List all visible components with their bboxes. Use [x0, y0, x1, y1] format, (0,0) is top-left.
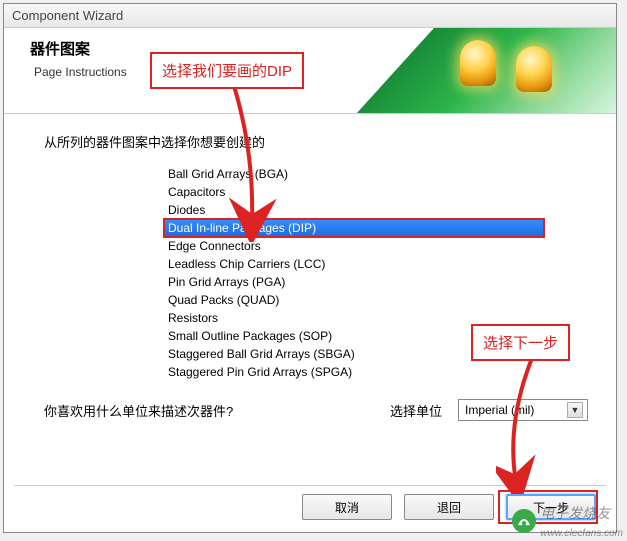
list-item[interactable]: Leadless Chip Carriers (LCC)	[164, 255, 544, 273]
window-title: Component Wizard	[12, 8, 123, 23]
list-item[interactable]: Ball Grid Arrays (BGA)	[164, 165, 544, 183]
separator	[14, 485, 606, 486]
annotation-callout-dip: 选择我们要画的DIP	[150, 52, 304, 89]
page-subtitle: Page Instructions	[34, 65, 127, 79]
wizard-header: 器件图案 Page Instructions	[4, 28, 616, 114]
cancel-button-label: 取消	[335, 499, 359, 516]
chevron-down-icon[interactable]: ▼	[567, 402, 583, 418]
list-item[interactable]: Dual In-line Packages (DIP)	[164, 219, 544, 237]
led-icon	[460, 40, 496, 86]
list-item[interactable]: Quad Packs (QUAD)	[164, 291, 544, 309]
pattern-prompt: 从所列的器件图案中选择你想要创建的	[44, 132, 588, 151]
next-button-label: 下一步	[533, 499, 569, 516]
unit-label: 选择单位	[390, 401, 442, 420]
unit-select-value: Imperial (mil)	[465, 403, 534, 417]
page-title: 器件图案	[30, 38, 127, 59]
unit-prompt: 你喜欢用什么单位来描述次器件?	[44, 401, 233, 420]
header-graphic	[356, 28, 616, 114]
wizard-content: 从所列的器件图案中选择你想要创建的 Ball Grid Arrays (BGA)…	[4, 114, 616, 431]
button-bar: 取消 退回 下一步	[302, 494, 596, 520]
next-button[interactable]: 下一步	[506, 494, 596, 520]
list-item[interactable]: Edge Connectors	[164, 237, 544, 255]
list-item[interactable]: Capacitors	[164, 183, 544, 201]
annotation-callout-next: 选择下一步	[471, 324, 570, 361]
cancel-button[interactable]: 取消	[302, 494, 392, 520]
led-icon	[516, 46, 552, 92]
wizard-window: Component Wizard 器件图案 Page Instructions …	[3, 3, 617, 533]
titlebar: Component Wizard	[4, 4, 616, 28]
list-item[interactable]: Staggered Pin Grid Arrays (SPGA)	[164, 363, 544, 381]
back-button-label: 退回	[437, 499, 461, 516]
back-button[interactable]: 退回	[404, 494, 494, 520]
list-item[interactable]: Diodes	[164, 201, 544, 219]
unit-select[interactable]: Imperial (mil) ▼	[458, 399, 588, 421]
list-item[interactable]: Pin Grid Arrays (PGA)	[164, 273, 544, 291]
